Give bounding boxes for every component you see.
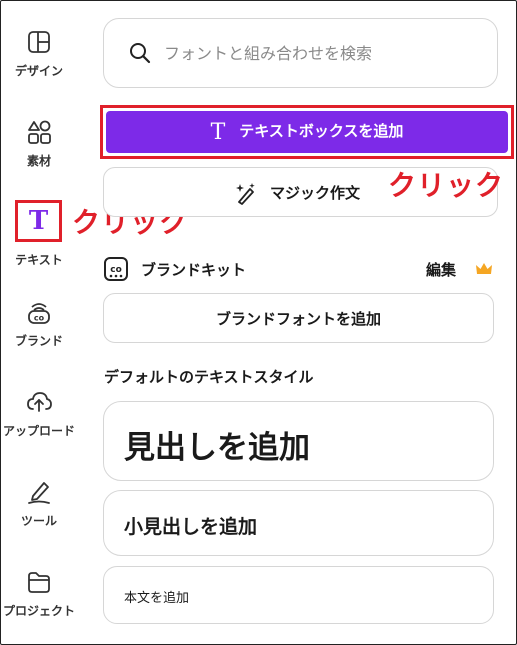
layout-icon [28, 31, 50, 53]
sidebar-item-text[interactable]: テキスト [0, 245, 78, 268]
add-body-text-label: 本文を追加 [124, 591, 190, 606]
sidebar-item-label: 素材 [26, 154, 51, 168]
add-brand-font-button[interactable]: ブランドフォントを追加 [103, 293, 494, 343]
brand-kit-icon: co [104, 257, 128, 281]
text-icon-highlight[interactable]: T [15, 200, 62, 242]
sidebar: デザイン 素材 テキスト co ブランド アップロード ツール プロジェクト [0, 0, 78, 645]
click-annotation-right: クリック [388, 169, 505, 202]
crown-icon [476, 263, 492, 274]
brand-kit-row: co ブランドキット 編集 [103, 253, 498, 285]
add-heading-button[interactable]: 見出しを追加 [103, 401, 494, 481]
sidebar-item-label: テキスト [15, 253, 63, 267]
sidebar-item-label: ブランド [14, 334, 63, 348]
sidebar-item-brand[interactable]: co ブランド [0, 298, 78, 349]
svg-text:co: co [110, 265, 122, 275]
brand-kit-title: ブランドキット [141, 261, 247, 279]
default-text-styles-title: デフォルトのテキストスタイル [104, 368, 314, 386]
svg-text:co: co [34, 314, 45, 323]
search-icon [130, 43, 151, 64]
magic-write-label: マジック作文 [270, 184, 361, 202]
folder-icon [28, 572, 50, 593]
sidebar-item-label: デザイン [14, 64, 63, 78]
sidebar-item-design[interactable]: デザイン [0, 28, 78, 79]
add-textbox-label: テキストボックスを追加 [239, 121, 404, 140]
text-icon: T [210, 119, 226, 145]
sidebar-item-label: プロジェクト [2, 604, 75, 618]
add-body-text-button[interactable]: 本文を追加 [103, 566, 494, 624]
add-heading-label: 見出しを追加 [124, 430, 310, 466]
brand-kit-edit-link[interactable]: 編集 [426, 259, 456, 280]
cloud-upload-icon [27, 392, 52, 412]
sidebar-item-elements[interactable]: 素材 [0, 118, 78, 169]
text-icon: T [28, 206, 49, 236]
sidebar-item-uploads[interactable]: アップロード [0, 388, 78, 439]
pen-tool-icon [28, 482, 50, 504]
sidebar-item-tools[interactable]: ツール [0, 478, 78, 529]
sidebar-item-label: ツール [20, 514, 57, 528]
add-subheading-label: 小見出しを追加 [124, 516, 258, 538]
magic-wand-icon [236, 183, 255, 205]
add-textbox-highlight: T テキストボックスを追加 [100, 105, 514, 159]
sidebar-item-projects[interactable]: プロジェクト [0, 568, 78, 619]
sidebar-item-label: アップロード [2, 424, 75, 438]
search-input[interactable] [164, 39, 484, 67]
elements-icon [28, 120, 51, 144]
add-subheading-button[interactable]: 小見出しを追加 [103, 490, 494, 556]
brand-icon: co [28, 303, 50, 324]
font-search-box[interactable] [103, 18, 498, 88]
add-textbox-button[interactable]: T テキストボックスを追加 [106, 111, 508, 153]
